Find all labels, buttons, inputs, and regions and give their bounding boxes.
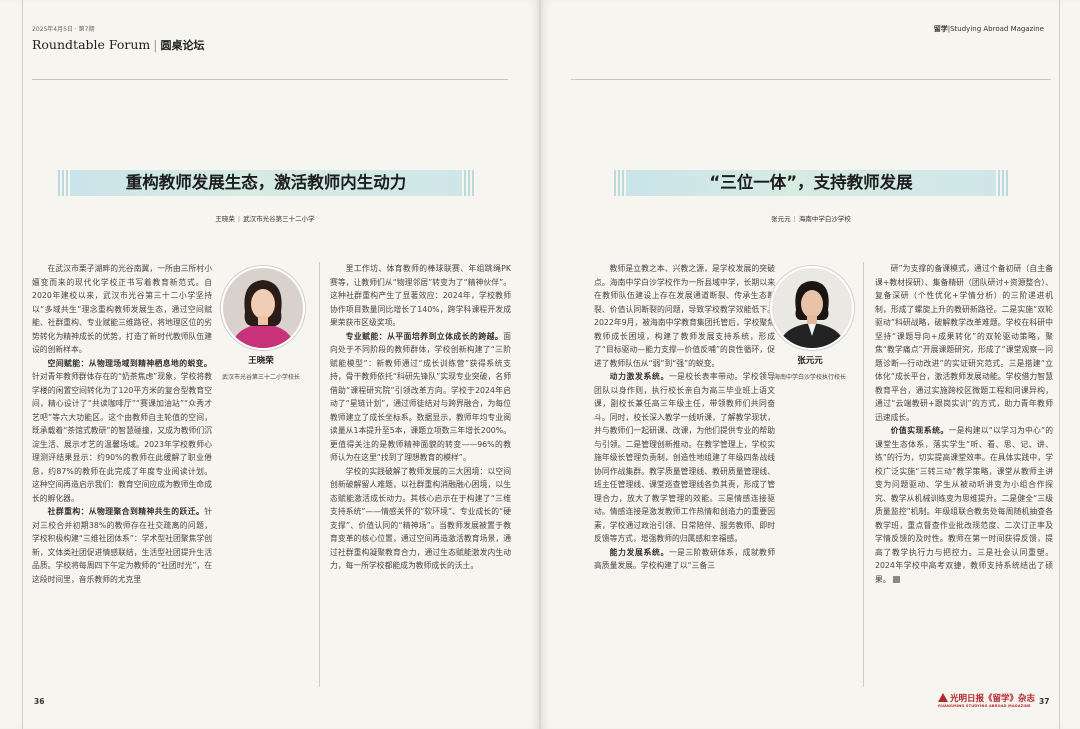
paragraph-subheading: 价值实现系统。: [890, 426, 949, 435]
author-affiliation-right: 海南中学白沙学校: [798, 215, 851, 223]
paragraph-subheading: 专业赋能：从平面培养到立体成长的跨越。: [345, 331, 504, 341]
paragraph-text: 研”为支撑的备课模式，通过个备初研（自主备课+教材探研）、集备精研（团队研讨+资…: [875, 264, 1053, 422]
article-title-right: “三位一体”，支持教师发展: [709, 173, 913, 192]
portrait-name: 王晓荣: [248, 356, 274, 366]
paragraph-subheading: 能力发展系统。: [609, 547, 669, 557]
paragraph-subheading: 动力激发系统。: [609, 372, 669, 381]
paragraph-text: 针对三校合并初期38%的教师存在社交疏离的问题，学校积极构建“三维社团体系”：学…: [32, 507, 212, 584]
author-affiliation: 武汉市光谷第三十二小学: [243, 215, 315, 223]
page-number-right: 37: [1039, 697, 1050, 706]
paragraph-text: 面向处于不同阶段的教师群体，学校创新构建了“三阶赋能模型”：新教师通过“成长训练…: [330, 331, 511, 463]
margin-line: [22, 0, 23, 729]
paragraph: 在武汉市栗子湖畔的光谷南翼，一所由三所村小嬗变而来的现代化学校正书写着教育新范式…: [32, 262, 212, 357]
byline-right: 张元元 | 海南中学白沙学校: [771, 215, 851, 223]
paragraph: 动力激发系统。一是校长表率带动。学校领导团队以身作则，执行校长亲自为高三毕业班上…: [594, 370, 775, 546]
paragraph-text: 针对青年教师群体存在的“奶茶焦虑”现象，学校将教学楼的闲置空间转化为了120平方…: [32, 372, 212, 503]
paragraph: 价值实现系统。一是构建以“以学习为中心”的课堂生态体系，落实学生“听、看、思、记…: [875, 424, 1053, 586]
paragraph-text: 在武汉市栗子湖畔的光谷南翼，一所由三所村小嬗变而来的现代化学校正书写着教育新范式…: [32, 264, 212, 354]
column-1: 在武汉市栗子湖畔的光谷南翼，一所由三所村小嬗变而来的现代化学校正书写着教育新范式…: [32, 262, 212, 692]
issue-date: 2025年4月5日 · 第7期: [32, 26, 95, 33]
paragraph: 社群重构：从物理聚合到精神共生的跃迁。针对三校合并初期38%的教师存在社交疏离的…: [32, 505, 212, 586]
article-title: 重构教师发展生态，激活教师内生动力: [125, 173, 407, 192]
magazine-logo-icon: [938, 693, 948, 702]
footer-logo-cn: 光明日报《留学》杂志: [950, 694, 1036, 704]
paragraph-text: 里工作坊、体育教师的棒球联赛、年组跳绳PK赛等，让教师们从“物理邻居”转变为了“…: [330, 264, 511, 327]
column-divider: [319, 262, 320, 687]
paragraph-text: 一是构建以“以学习为中心”的课堂生态体系，落实学生“听、看、思、记、讲、练”的行…: [875, 426, 1053, 584]
column-4: 研”为支撑的备课模式，通过个备初研（自主备课+教材探研）、集备精研（团队研讨+资…: [875, 262, 1053, 692]
paragraph: 空间赋能：从物理场域到精神栖息地的蜕变。针对青年教师群体存在的“奶茶焦虑”现象，…: [32, 357, 212, 506]
author-name-right: 张元元: [771, 215, 791, 223]
section-en: Roundtable Forum: [32, 37, 151, 52]
author-name: 王晓荣: [215, 215, 235, 223]
byline: 王晓荣 | 武汉市光谷第三十二小学: [215, 215, 315, 223]
portrait-photo: [221, 266, 305, 350]
paragraph-text: 学校的实践破解了教师发展的三大困境：以空间创新破解留人难题，以社群重构消融融心困…: [330, 466, 511, 571]
paragraph: 研”为支撑的备课模式，通过个备初研（自主备课+教材探研）、集备精研（团队研讨+资…: [875, 262, 1053, 424]
paragraph: 能力发展系统。一是三阶教研体系，成就教师高质量发展。学校构建了以“三备三: [594, 546, 775, 573]
left-page: 2025年4月5日 · 第7期 Roundtable Forum | 圆桌论坛 重构…: [0, 0, 539, 729]
end-mark-icon: [892, 575, 900, 583]
right-page: 留学|Studying Abroad Magazine “三位一体”，支持教师发…: [541, 0, 1080, 729]
header-rule: [32, 79, 508, 80]
paragraph: 专业赋能：从平面培养到立体成长的跨越。面向处于不同阶段的教师群体，学校创新构建了…: [330, 330, 511, 465]
magazine-name: Studying Abroad Magazine: [950, 25, 1044, 33]
column-2: 里工作坊、体育教师的棒球联赛、年组跳绳PK赛等，让教师们从“物理邻居”转变为了“…: [330, 262, 511, 692]
portrait-role: 武汉市光谷第三十二小学校长: [221, 374, 300, 381]
paragraph: 里工作坊、体育教师的棒球联赛、年组跳绳PK赛等，让教师们从“物理邻居”转变为了“…: [330, 262, 511, 330]
column-divider-right: [863, 262, 864, 687]
magazine-logo-icon: 留学: [933, 25, 948, 33]
portrait-name-right: 张元元: [797, 356, 823, 366]
column-3: 教师是立教之本、兴教之源，是学校发展的突破点。海南中学白沙学校作为一所县域中学，…: [594, 262, 775, 692]
footer-logo-en: GUANGMING STUDYING ABROAD MAGAZINE: [938, 704, 1031, 708]
portrait-photo-right: [770, 266, 854, 350]
paragraph-text: 教师是立教之本、兴教之源，是学校发展的突破点。海南中学白沙学校作为一所县域中学，…: [594, 264, 775, 368]
magazine-header: 留学|Studying Abroad Magazine: [933, 25, 1044, 33]
footer-logo: 光明日报《留学》杂志 GUANGMING STUDYING ABROAD MAG…: [938, 692, 1035, 708]
margin-line-right: [1059, 0, 1060, 729]
paragraph-subheading: 空间赋能：从物理场域到精神栖息地的蜕变。: [47, 358, 212, 368]
page-number-left: 36: [34, 697, 45, 706]
section-header: Roundtable Forum | 圆桌论坛: [32, 37, 205, 52]
paragraph: 教师是立教之本、兴教之源，是学校发展的突破点。海南中学白沙学校作为一所县域中学，…: [594, 262, 775, 370]
magazine-spread: 2025年4月5日 · 第7期 Roundtable Forum | 圆桌论坛 重构…: [0, 0, 1080, 729]
paragraph-subheading: 社群重构：从物理聚合到精神共生的跃迁。: [47, 507, 205, 516]
header-rule-right: [571, 79, 1051, 80]
paragraph-text: 一是校长表率带动。学校领导团队以身作则，执行校长亲自为高三毕业班上语文课，副校长…: [594, 372, 775, 543]
section-cn: 圆桌论坛: [160, 39, 205, 52]
portrait-role-right: 海南中学白沙学校执行校长: [773, 374, 846, 381]
paragraph: 学校的实践破解了教师发展的三大困境：以空间创新破解留人难题，以社群重构消融融心困…: [330, 465, 511, 573]
